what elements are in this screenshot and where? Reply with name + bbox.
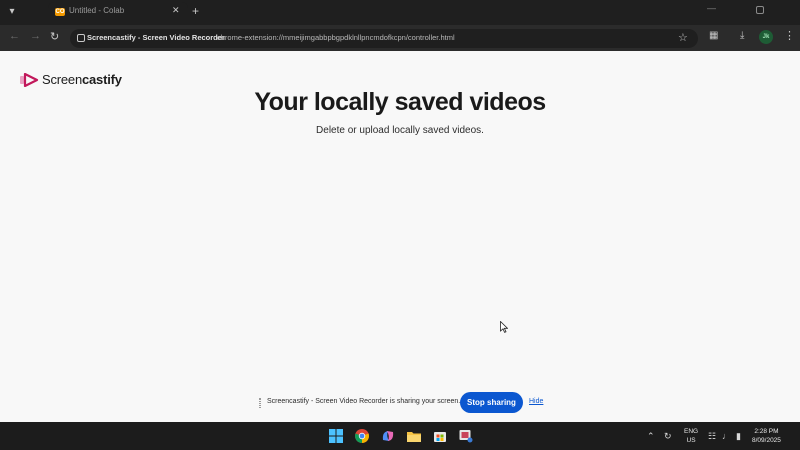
bookmark-star-icon[interactable]: ☆ [678, 31, 688, 44]
battery-icon[interactable]: ▮ [736, 431, 741, 442]
tab-close-icon[interactable]: ✕ [172, 5, 180, 16]
extension-page-icon[interactable] [77, 34, 85, 42]
extensions-puzzle-icon[interactable]: ▦ [709, 30, 718, 41]
drag-handle-icon[interactable] [259, 398, 261, 408]
input-language-indicator[interactable]: ENG US [684, 427, 698, 445]
browser-tab-strip: ▾ CO Untitled - Colab ✕ + — [0, 0, 800, 25]
tab-search-icon[interactable]: ▾ [5, 5, 19, 19]
logo-text-regular: Screen [42, 72, 82, 87]
address-bar[interactable]: Screencastify - Screen Video Recorder ch… [70, 29, 698, 48]
page-content: Screencastify Your locally saved videos … [0, 51, 800, 422]
wifi-icon[interactable]: ☷ [708, 431, 716, 442]
screen: ▾ CO Untitled - Colab ✕ + — ← → ↻ Screen… [0, 0, 800, 450]
colab-favicon-icon: CO [55, 8, 65, 16]
system-clock[interactable]: 2:28 PM 8/09/2025 [752, 427, 781, 445]
show-hidden-icons-chevron-icon[interactable]: ⌃ [647, 431, 655, 442]
address-bar-site-name: Screencastify - Screen Video Recorder [87, 33, 225, 42]
tab-title: Untitled - Colab [69, 6, 125, 15]
file-explorer-icon[interactable] [406, 428, 422, 444]
clock-date: 8/09/2025 [752, 437, 781, 444]
screen-sharing-bar: Screencastify - Screen Video Recorder is… [256, 390, 553, 416]
chrome-icon[interactable] [354, 428, 370, 444]
mouse-cursor-icon [500, 321, 508, 333]
address-bar-url[interactable]: chrome-extension://mmeijimgabbpbgpdklnll… [217, 33, 455, 42]
browser-menu-icon[interactable]: ⋮ [784, 29, 795, 42]
sync-status-icon[interactable]: ↻ [664, 431, 672, 442]
hide-link[interactable]: Hide [529, 398, 543, 405]
windows-taskbar: ⌃ ↻ ENG US ☷ ♩ ▮ 2:28 PM 8/09/2025 [0, 422, 800, 450]
back-arrow-icon[interactable]: ← [9, 30, 20, 42]
sharing-message: Screencastify - Screen Video Recorder is… [267, 398, 461, 405]
region-code: US [686, 437, 696, 444]
windows-start-icon[interactable] [328, 428, 344, 444]
forward-arrow-icon[interactable]: → [30, 30, 41, 42]
logo-wordmark: Screencastify [42, 72, 122, 87]
new-tab-plus-icon[interactable]: + [192, 4, 199, 18]
stop-sharing-button[interactable]: Stop sharing [460, 392, 523, 413]
download-icon[interactable]: ⤓ [740, 30, 744, 41]
clock-time: 2:28 PM [754, 428, 779, 435]
reload-icon[interactable]: ↻ [50, 30, 59, 43]
volume-icon[interactable]: ♩ [722, 431, 731, 441]
page-subtitle: Delete or upload locally saved videos. [316, 125, 484, 136]
microsoft-store-icon[interactable] [432, 428, 448, 444]
window-restore-icon[interactable] [756, 6, 764, 14]
page-title: Your locally saved videos [254, 88, 546, 116]
snipping-tool-icon[interactable] [458, 428, 474, 444]
tab-colab[interactable]: CO Untitled - Colab ✕ [48, 2, 188, 25]
screencastify-logo-icon [20, 73, 39, 87]
logo-text-bold: castify [82, 72, 122, 87]
browser-toolbar: ← → ↻ Screencastify - Screen Video Recor… [0, 25, 800, 51]
window-minimize-icon[interactable]: — [707, 3, 716, 13]
language-code: ENG [684, 428, 699, 435]
profile-avatar[interactable]: Jk [759, 30, 773, 44]
copilot-icon[interactable] [380, 428, 396, 444]
